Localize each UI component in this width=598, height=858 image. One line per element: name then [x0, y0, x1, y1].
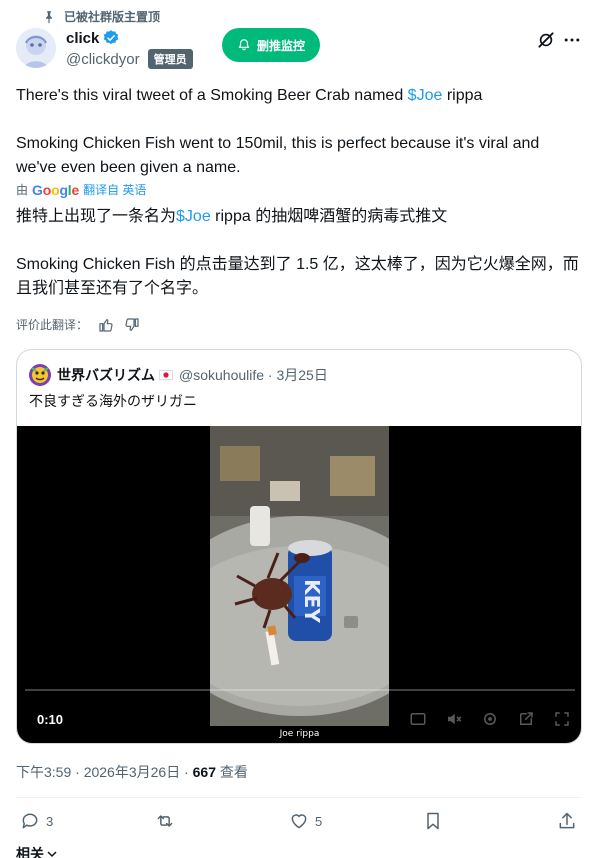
cashtag-link[interactable]: $Joe: [176, 208, 211, 225]
settings-icon[interactable]: [481, 710, 499, 728]
volume-icon[interactable]: [445, 710, 463, 728]
bookmark-icon: [427, 812, 439, 830]
author-handle-row: @clickdyor 管理员: [66, 49, 193, 69]
translated-from-link[interactable]: 翻译自 英语: [83, 181, 146, 198]
like-button[interactable]: 5: [289, 811, 322, 831]
quoted-tweet[interactable]: 世界バズリズム @sokuhoulife · 3月25日 不良すぎる海外のザリガ…: [16, 349, 582, 744]
video-frame: KEY Joe rippa: [210, 426, 389, 743]
delete-monitor-button[interactable]: 删推监控: [222, 28, 320, 62]
author-display-name[interactable]: click: [66, 30, 99, 47]
admin-badge: 管理员: [147, 49, 193, 69]
reply-button[interactable]: 3: [20, 811, 53, 831]
captions-icon[interactable]: [409, 710, 427, 728]
video-time: 0:10: [37, 712, 64, 727]
verified-badge-icon: [104, 30, 119, 45]
quoted-handle-date: @sokuhoulife · 3月25日: [179, 367, 328, 383]
post-meta: 下午3:59 · 2026年3月26日 · 667 查看: [16, 762, 248, 782]
reply-icon: [22, 813, 38, 829]
quoted-author-avatar[interactable]: [29, 364, 51, 386]
author-avatar[interactable]: [16, 28, 56, 68]
author-handle[interactable]: @clickdyor: [66, 51, 140, 68]
translated-text-segment: rippa 的抽烟啤酒蟹的病毒式推文: [210, 208, 448, 225]
share-icon: [559, 812, 575, 829]
repost-icon: [157, 815, 173, 827]
tweet-paragraph-2: Smoking Chicken Fish went to 150mil, thi…: [16, 135, 540, 176]
related-label: 相关: [16, 846, 44, 858]
share-button[interactable]: [557, 811, 583, 831]
pinned-indicator: 已被社群版主置顶: [42, 8, 160, 25]
bookmark-button[interactable]: [423, 811, 449, 831]
chevron-down-icon: [47, 851, 57, 858]
popout-icon[interactable]: [517, 710, 535, 728]
more-icon[interactable]: [562, 30, 582, 50]
translated-by-label: 由: [16, 183, 29, 197]
quoted-tweet-header: 世界バズリズム @sokuhoulife · 3月25日: [29, 364, 328, 386]
japan-flag-icon: [159, 370, 173, 380]
translated-text-segment: 推特上出现了一条名为: [16, 208, 177, 225]
video-progress-bar[interactable]: [25, 689, 575, 691]
fullscreen-icon[interactable]: [553, 710, 571, 728]
video-controls: [391, 710, 571, 728]
rate-translation-row: 评价此翻译：: [16, 316, 140, 333]
repost-button[interactable]: [155, 811, 181, 831]
view-count: 667: [192, 764, 216, 780]
svg-text:KEY: KEY: [300, 579, 324, 623]
thumbs-down-icon[interactable]: [124, 317, 140, 333]
video-player[interactable]: KEY Joe rippa 0:10: [17, 426, 581, 743]
tweet-text-segment: rippa: [442, 87, 483, 104]
bell-icon: [238, 39, 250, 51]
thumbs-up-icon[interactable]: [98, 317, 114, 333]
delete-monitor-label: 删推监控: [256, 38, 305, 53]
like-count: 5: [315, 813, 323, 829]
video-caption: Joe rippa: [279, 729, 320, 739]
author-name-row[interactable]: click: [66, 29, 120, 47]
quoted-author-name[interactable]: 世界バズリズム: [57, 365, 155, 385]
translated-paragraph-2: Smoking Chicken Fish 的点击量达到了 1.5 亿，这太棒了，…: [16, 256, 579, 297]
rate-translation-label: 评价此翻译：: [16, 318, 89, 332]
translated-text: 推特上出现了一条名为$Joe rippa 的抽烟啤酒蟹的病毒式推文 Smokin…: [16, 205, 582, 301]
tweet-text: There's this viral tweet of a Smoking Be…: [16, 84, 582, 180]
tweet-paragraph-1: There's this viral tweet of a Smoking Be…: [16, 84, 582, 108]
tweet-text-segment: There's this viral tweet of a Smoking Be…: [16, 87, 408, 104]
post-timestamp[interactable]: 下午3:59 · 2026年3月26日 ·: [16, 764, 193, 780]
reply-count: 3: [46, 813, 54, 829]
divider: [16, 797, 582, 798]
views-label: 查看: [216, 764, 248, 780]
related-section-toggle[interactable]: 相关: [16, 844, 58, 858]
google-logo: Google: [32, 181, 80, 198]
pinned-label: 已被社群版主置顶: [64, 10, 161, 24]
quoted-tweet-text: 不良すぎる海外のザリガニ: [29, 393, 197, 409]
heart-icon: [291, 814, 307, 829]
cashtag-link[interactable]: $Joe: [408, 87, 443, 104]
grok-icon[interactable]: [536, 30, 556, 50]
pin-icon: [46, 10, 52, 23]
translated-paragraph-1: 推特上出现了一条名为$Joe rippa 的抽烟啤酒蟹的病毒式推文: [16, 205, 582, 229]
translation-source-row: 由 Google 翻译自 英语: [16, 181, 146, 198]
